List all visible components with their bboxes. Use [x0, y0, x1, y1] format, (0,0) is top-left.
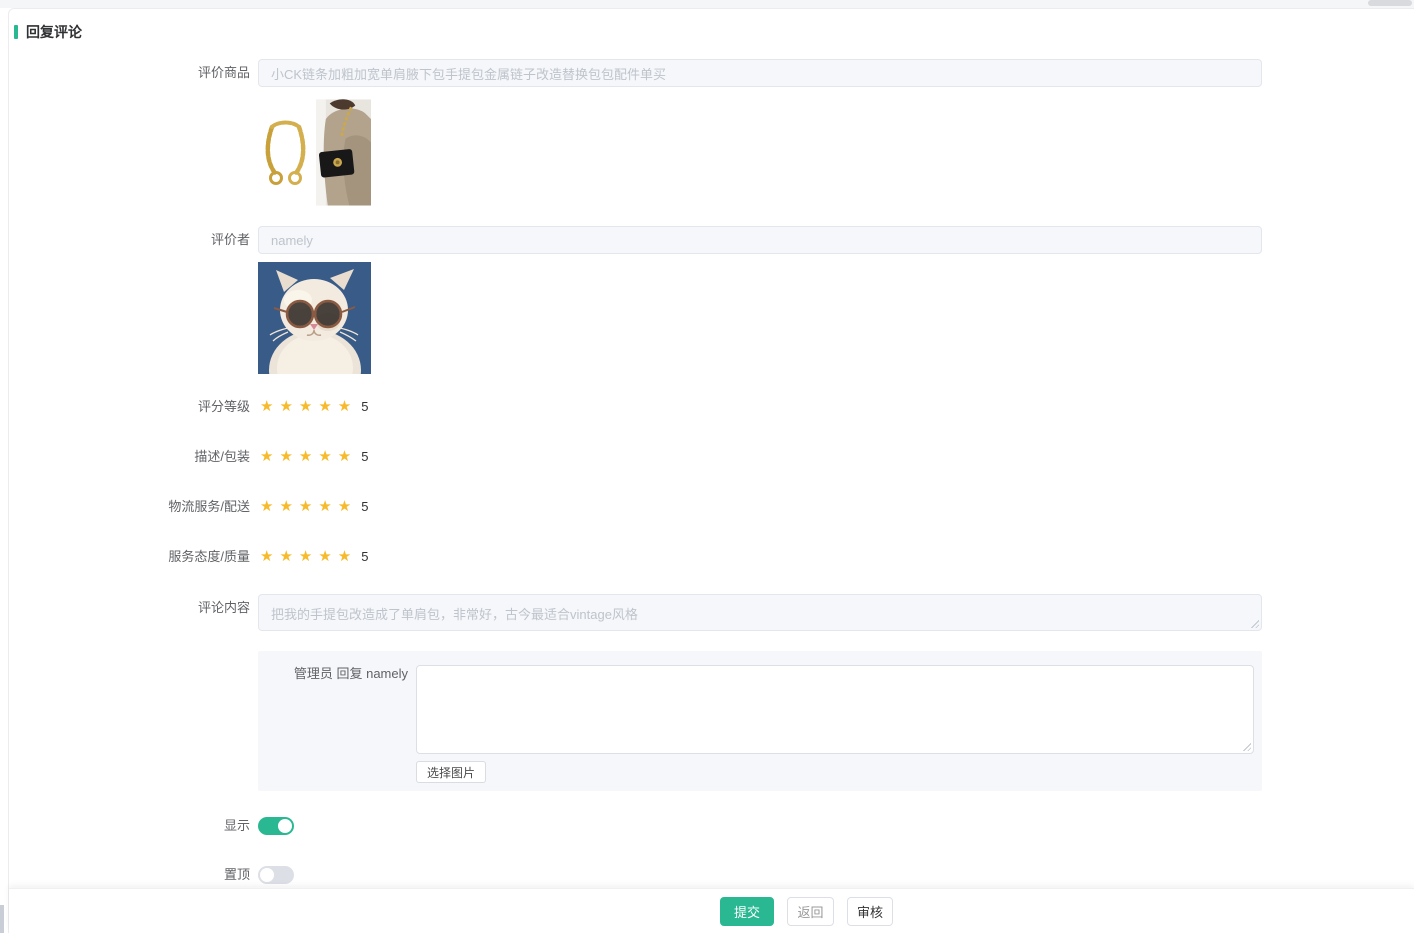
resize-handle-icon[interactable] [1242, 742, 1251, 751]
choose-image-button[interactable]: 选择图片 [416, 761, 486, 783]
reviewer-row: 评价者 [9, 226, 1309, 254]
scrollbar-fragment[interactable] [1368, 0, 1412, 6]
star-icons: ★★★★★ [260, 498, 357, 516]
reply-section-row: 管理员 回复 namely 选择图片 [9, 651, 1309, 791]
comment-textarea[interactable]: 把我的手提包改造成了单肩包，非常好，古今最适合vintage风格 [258, 594, 1262, 631]
title-accent-bar [14, 25, 18, 39]
admin-reply-textarea[interactable] [417, 666, 1253, 753]
rating-service-value: 5 [361, 548, 368, 566]
rating-logistics-value: 5 [361, 498, 368, 516]
display-toggle-row: 显示 [9, 817, 1309, 835]
display-toggle-label: 显示 [9, 817, 258, 835]
admin-reply-box: 管理员 回复 namely 选择图片 [258, 651, 1262, 791]
page-title: 回复评论 [26, 22, 82, 42]
comment-row: 评论内容 把我的手提包改造成了单肩包，非常好，古今最适合vintage风格 [9, 594, 1309, 631]
rating-row-logistics: 物流服务/配送 ★★★★★ 5 [9, 498, 1309, 516]
scrollbar-fragment-left[interactable] [0, 905, 4, 933]
avatar-row [9, 262, 1309, 374]
pin-toggle-row: 置顶 [9, 866, 1309, 884]
pin-toggle[interactable] [258, 866, 294, 884]
toggle-knob [278, 819, 292, 833]
page-top-strip [0, 0, 1414, 8]
product-images-row [9, 99, 1309, 206]
pin-toggle-label: 置顶 [9, 866, 258, 884]
reply-comment-form: 评价商品 [9, 59, 1309, 884]
rating-overall-value: 5 [361, 398, 368, 416]
rating-row-overall: 评分等级 ★★★★★ 5 [9, 398, 1309, 416]
reviewer-label: 评价者 [9, 226, 258, 254]
gold-chain-product-photo [258, 99, 313, 206]
star-icons: ★★★★★ [260, 398, 357, 416]
rating-logistics-label: 物流服务/配送 [9, 498, 258, 516]
rating-row-service: 服务态度/质量 ★★★★★ 5 [9, 548, 1309, 566]
submit-button[interactable]: 提交 [720, 897, 774, 926]
admin-reply-label: 管理员 回复 namely [258, 665, 408, 791]
rating-overall-label: 评分等级 [9, 398, 258, 416]
review-button[interactable]: 审核 [847, 897, 893, 926]
product-label: 评价商品 [9, 59, 258, 87]
display-toggle[interactable] [258, 817, 294, 835]
star-icons: ★★★★★ [260, 548, 357, 566]
admin-reply-textarea-wrap [416, 665, 1254, 754]
star-icons: ★★★★★ [260, 448, 357, 466]
rating-description-value: 5 [361, 448, 368, 466]
comment-label: 评论内容 [9, 594, 258, 622]
reviewer-input[interactable] [258, 226, 1262, 254]
content-card: 回复评论 评价商品 [8, 8, 1414, 933]
black-handbag-model-photo [316, 99, 371, 206]
toggle-knob [260, 868, 274, 882]
resize-handle-icon[interactable] [1250, 619, 1259, 628]
page-title-row: 回复评论 [14, 23, 1414, 41]
rating-service-label: 服务态度/质量 [9, 548, 258, 566]
footer-action-bar: 提交 返回 审核 [9, 888, 1414, 933]
comment-text: 把我的手提包改造成了单肩包，非常好，古今最适合vintage风格 [271, 607, 638, 622]
product-row: 评价商品 [9, 59, 1309, 87]
rating-row-description: 描述/包装 ★★★★★ 5 [9, 448, 1309, 466]
cat-with-glasses-avatar [258, 262, 371, 374]
product-input[interactable] [258, 59, 1262, 87]
rating-description-label: 描述/包装 [9, 448, 258, 466]
back-button[interactable]: 返回 [787, 897, 834, 926]
